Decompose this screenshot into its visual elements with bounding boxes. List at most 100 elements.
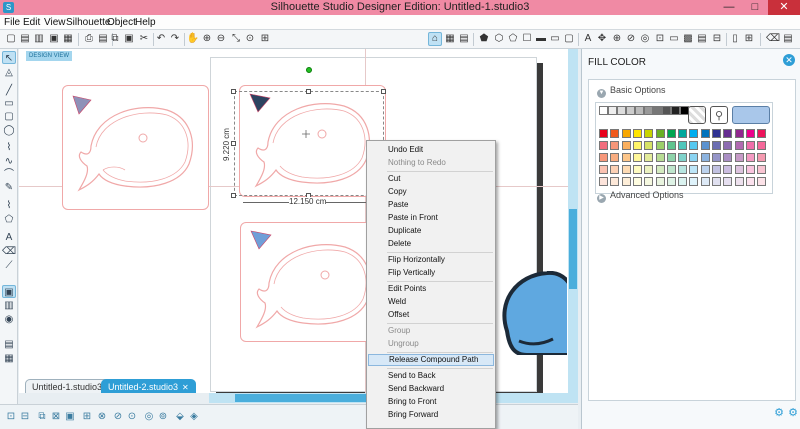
curve-tool-icon[interactable]: ∿ xyxy=(2,155,16,168)
color-swatch[interactable] xyxy=(644,106,653,115)
color-swatch[interactable] xyxy=(745,177,755,186)
menu-item-offset[interactable]: Offset xyxy=(368,309,494,321)
menu-view[interactable]: View xyxy=(44,16,66,29)
resize-handle[interactable] xyxy=(306,89,311,94)
fill-bucket-icon[interactable]: ⬙ xyxy=(173,410,187,424)
menu-item-copy[interactable]: Copy xyxy=(368,186,494,198)
resize-handle[interactable] xyxy=(231,141,236,146)
maximize-button[interactable]: □ xyxy=(742,0,768,15)
cut-settings-icon[interactable]: ▯ xyxy=(728,32,742,46)
undo-icon[interactable]: ↶ xyxy=(154,32,168,46)
color-swatch[interactable] xyxy=(734,165,744,174)
fill-gradient-icon[interactable]: ⬡ xyxy=(492,32,506,46)
offset-icon[interactable]: ◎ xyxy=(638,32,652,46)
color-swatch[interactable] xyxy=(734,141,744,150)
color-swatch[interactable] xyxy=(617,106,626,115)
resize-handle[interactable] xyxy=(231,89,236,94)
color-swatch[interactable] xyxy=(757,141,767,150)
menu-item-edit-points[interactable]: Edit Points xyxy=(368,283,494,295)
offset-tool-icon[interactable]: ◎ xyxy=(142,410,156,424)
selected-color-preview[interactable] xyxy=(732,106,770,124)
zoom-selection-icon[interactable]: ⊙ xyxy=(243,32,257,46)
color-swatch[interactable] xyxy=(599,177,608,186)
whale-card-left[interactable] xyxy=(62,85,209,210)
paste-icon[interactable]: ▣ xyxy=(122,32,136,46)
send-panel-icon[interactable]: ▤ xyxy=(2,338,16,351)
rectangle-tool-icon[interactable]: ▭ xyxy=(2,97,16,110)
menu-item-paste-in-front[interactable]: Paste in Front xyxy=(368,212,494,224)
color-swatch[interactable] xyxy=(621,141,631,150)
menu-item-duplicate[interactable]: Duplicate xyxy=(368,225,494,237)
color-swatch[interactable] xyxy=(644,153,654,162)
color-swatch[interactable] xyxy=(723,141,733,150)
design-view-icon[interactable]: ▣ xyxy=(2,285,16,298)
minimize-button[interactable]: — xyxy=(716,0,742,15)
color-swatch[interactable] xyxy=(655,153,665,162)
color-swatch[interactable] xyxy=(621,153,631,162)
menu-item-flip-horizontally[interactable]: Flip Horizontally xyxy=(368,254,494,266)
library-view-icon[interactable]: ▤ xyxy=(695,32,709,46)
color-swatch[interactable] xyxy=(666,141,676,150)
save-icon[interactable]: ▣ xyxy=(47,32,61,46)
point-editing-icon[interactable]: ▭ xyxy=(667,32,681,46)
color-swatch[interactable] xyxy=(678,165,688,174)
color-swatch[interactable] xyxy=(700,153,710,162)
resize-handle[interactable] xyxy=(381,89,386,94)
color-swatch[interactable] xyxy=(632,129,642,138)
transparent-swatch[interactable] xyxy=(688,106,706,124)
menu-item-paste[interactable]: Paste xyxy=(368,199,494,211)
settings-gear-icon[interactable]: ⚙ xyxy=(773,407,785,419)
knife-icon[interactable]: ▤ xyxy=(781,32,795,46)
color-swatch[interactable] xyxy=(712,153,721,162)
color-swatch[interactable] xyxy=(757,177,767,186)
color-swatch[interactable] xyxy=(644,129,654,138)
menu-item-send-backward[interactable]: Send Backward xyxy=(368,383,494,395)
eraser-icon[interactable]: ⌫ xyxy=(766,32,780,46)
color-swatch[interactable] xyxy=(599,153,608,162)
arc-tool-icon[interactable]: ⌒ xyxy=(2,168,16,181)
color-swatch[interactable] xyxy=(757,129,767,138)
basic-options-header[interactable]: ▼ Basic Options xyxy=(597,83,666,98)
color-swatch[interactable] xyxy=(671,106,680,115)
close-icon[interactable]: ✕ xyxy=(182,383,189,392)
advanced-options-header[interactable]: ▶ Advanced Options xyxy=(597,188,684,203)
color-swatch[interactable] xyxy=(689,129,699,138)
line-color-icon[interactable]: ▬ xyxy=(534,32,548,46)
color-swatch[interactable] xyxy=(723,153,733,162)
color-swatch[interactable] xyxy=(700,129,710,138)
eraser-tool-icon[interactable]: ⌫ xyxy=(2,245,16,258)
knife-bottom-icon[interactable]: ◈ xyxy=(187,410,201,424)
color-swatch[interactable] xyxy=(757,153,767,162)
save-library-icon[interactable]: ▦ xyxy=(61,32,75,46)
menu-item-weld[interactable]: Weld xyxy=(368,296,494,308)
color-swatch[interactable] xyxy=(745,165,755,174)
trace-icon[interactable]: ⊡ xyxy=(653,32,667,46)
zoom-drag-icon[interactable]: ⤡ xyxy=(229,32,243,46)
color-swatch[interactable] xyxy=(632,165,642,174)
panel-close-icon[interactable]: ✕ xyxy=(783,54,795,66)
color-swatch[interactable] xyxy=(599,165,608,174)
color-swatch[interactable] xyxy=(655,141,665,150)
replicate-icon[interactable]: ⊕ xyxy=(610,32,624,46)
color-swatch[interactable] xyxy=(635,106,644,115)
menu-help[interactable]: Help xyxy=(135,16,156,29)
hand-pan-icon[interactable]: ✋ xyxy=(186,32,200,46)
color-swatch[interactable] xyxy=(621,177,631,186)
rounded-rectangle-icon[interactable]: ▢ xyxy=(562,32,576,46)
color-swatch[interactable] xyxy=(666,177,676,186)
color-swatch[interactable] xyxy=(599,106,608,115)
zoom-in-icon[interactable]: ⊕ xyxy=(200,32,214,46)
ellipse-tool-icon[interactable]: ◯ xyxy=(2,124,16,137)
color-swatch[interactable] xyxy=(689,153,699,162)
color-swatch[interactable] xyxy=(734,177,744,186)
menu-item-send-to-back[interactable]: Send to Back xyxy=(368,370,494,382)
close-button[interactable]: ✕ xyxy=(768,0,800,15)
page-setup-icon[interactable]: ⌂ xyxy=(428,32,442,46)
print-and-cut-icon[interactable]: ⊟ xyxy=(710,32,724,46)
knife-tool-icon[interactable]: ⟋ xyxy=(2,259,16,272)
color-swatch[interactable] xyxy=(723,165,733,174)
library-icon[interactable]: ▥ xyxy=(32,32,46,46)
color-swatch[interactable] xyxy=(745,129,755,138)
open-folder-icon[interactable]: ▤ xyxy=(18,32,32,46)
select-arrow-icon[interactable]: ↖ xyxy=(2,51,16,64)
